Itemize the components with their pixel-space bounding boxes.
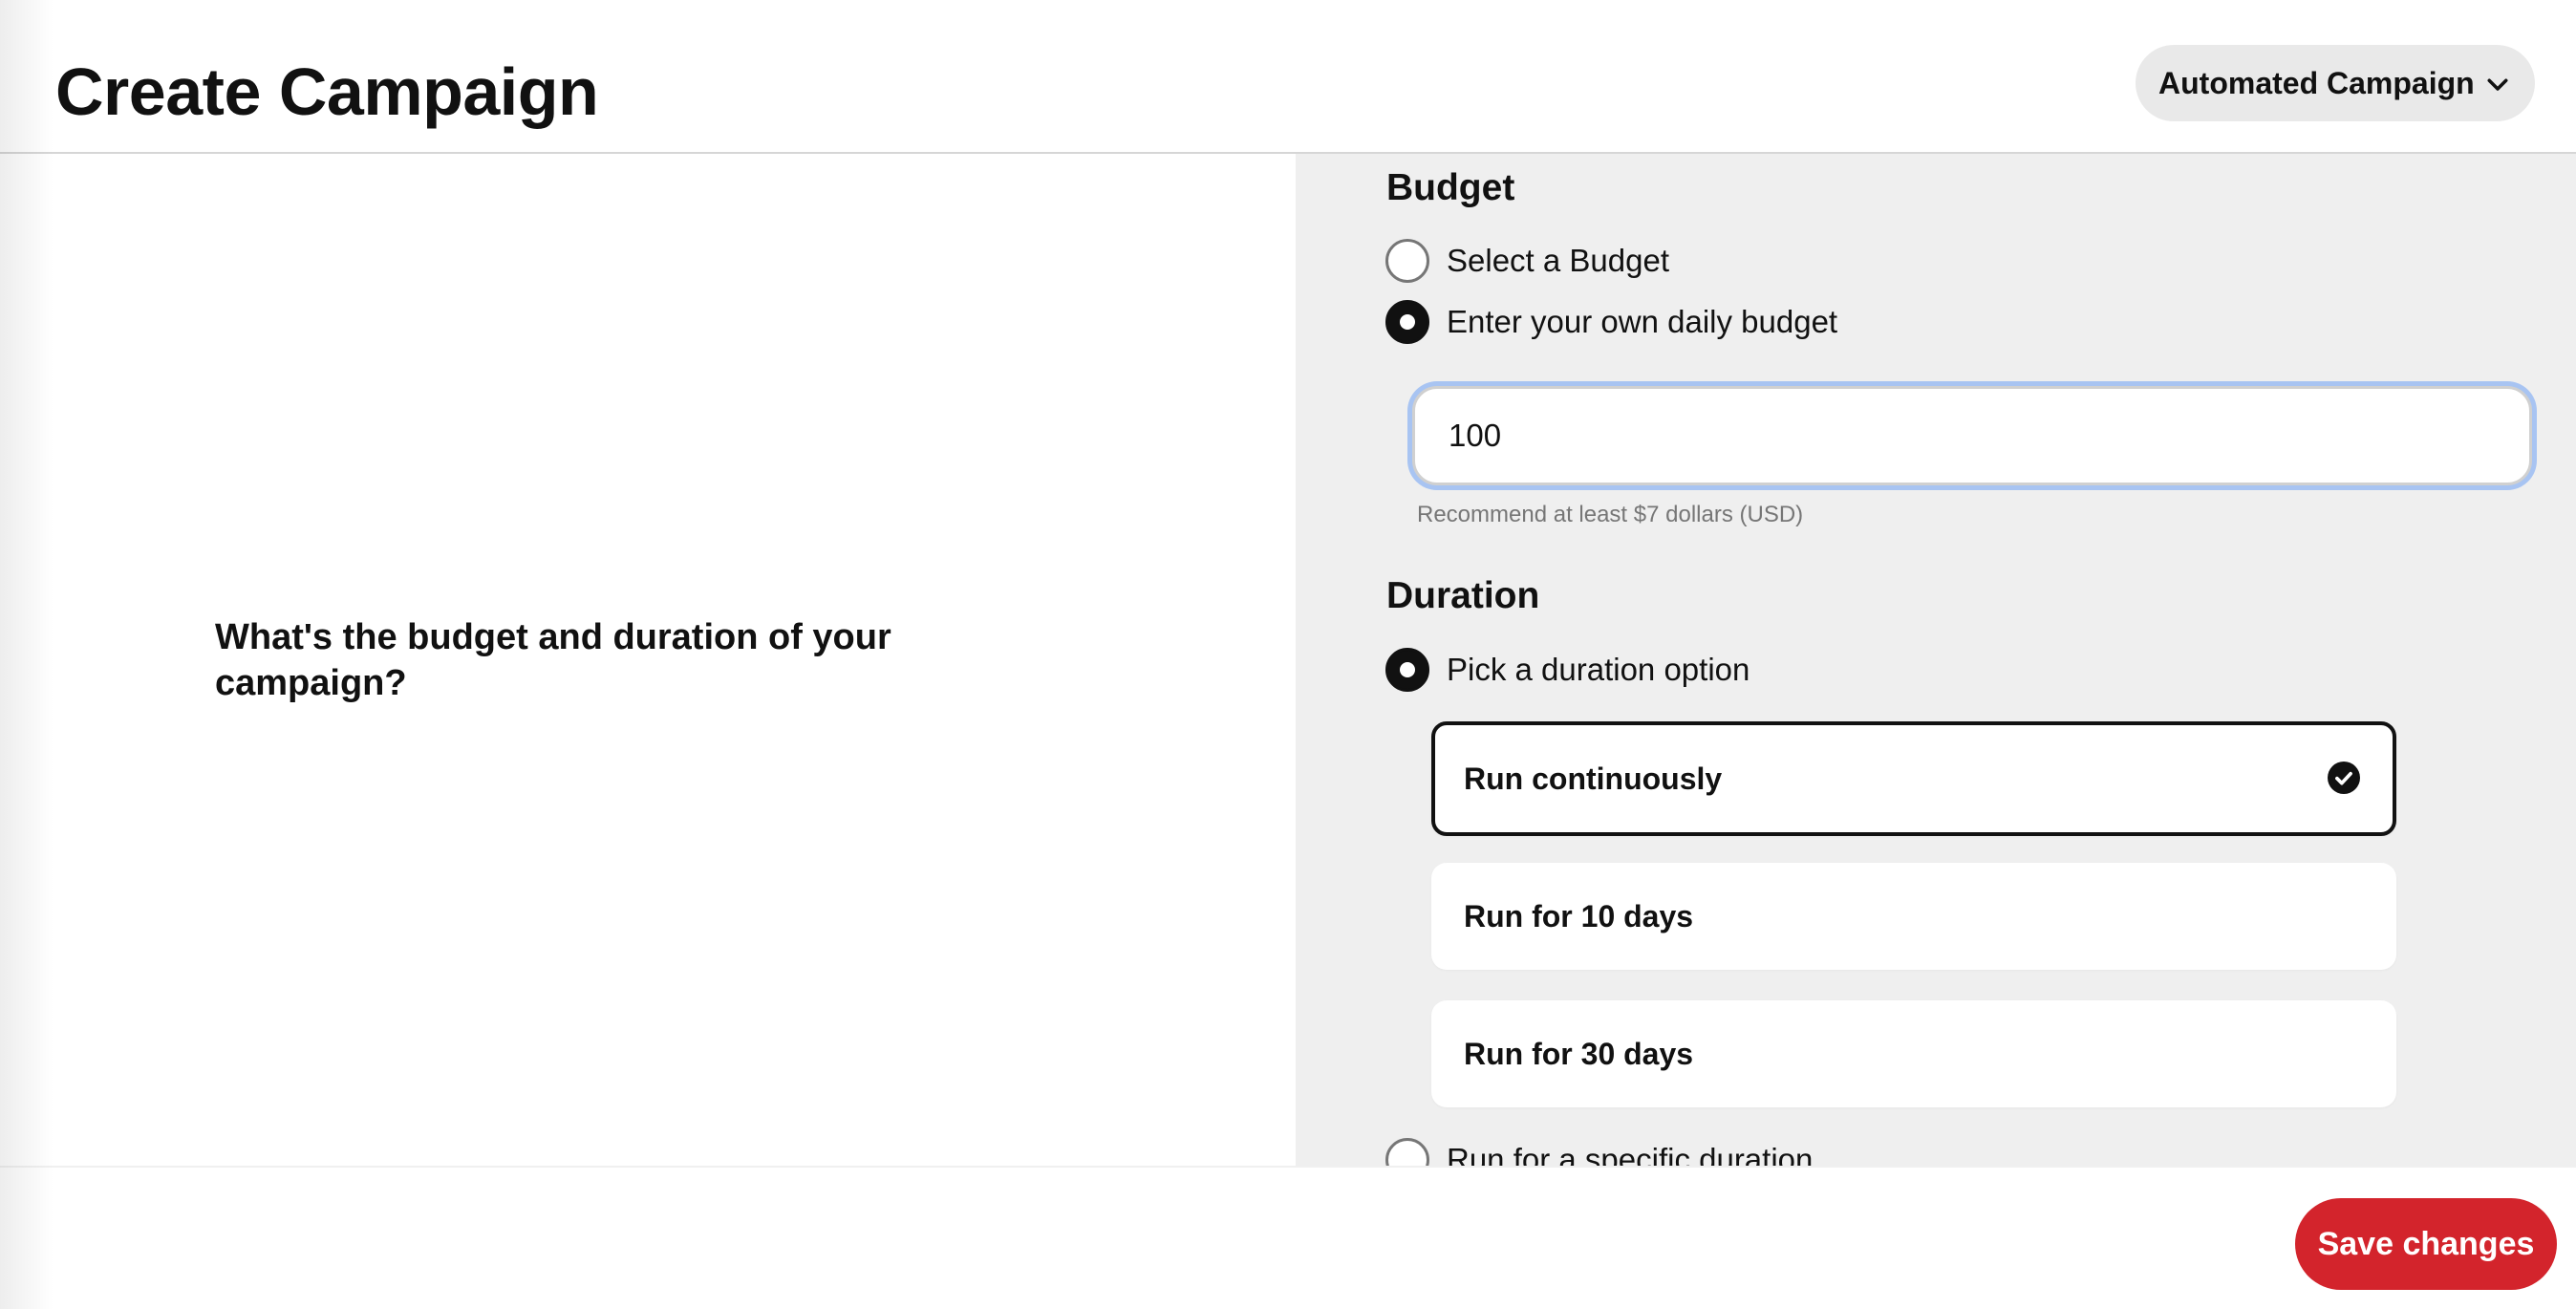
budget-section-title: Budget	[1386, 167, 1515, 208]
create-campaign-page: Create Campaign Automated Campaign What'…	[0, 0, 2576, 1309]
radio-label: Run for a specific duration	[1447, 1142, 1814, 1166]
radio-label: Select a Budget	[1447, 243, 1669, 278]
chevron-down-icon	[2487, 78, 2508, 91]
campaign-type-dropdown[interactable]: Automated Campaign	[2136, 45, 2535, 121]
radio-specific-duration[interactable]: Run for a specific duration	[1385, 1138, 1813, 1166]
radio-button-checked[interactable]	[1385, 300, 1429, 344]
radio-button[interactable]	[1385, 239, 1429, 283]
radio-label: Enter your own daily budget	[1447, 304, 1838, 339]
save-changes-button[interactable]: Save changes	[2295, 1198, 2557, 1290]
settings-pane[interactable]: Budget Select a Budget Enter your own da…	[1296, 154, 2576, 1166]
duration-option-run-continuously[interactable]: Run continuously	[1431, 721, 2396, 836]
page-title: Create Campaign	[55, 54, 599, 129]
radio-label: Pick a duration option	[1447, 652, 1750, 687]
radio-pick-duration[interactable]: Pick a duration option	[1385, 648, 1750, 692]
daily-budget-input[interactable]	[1415, 389, 2529, 483]
radio-button[interactable]	[1385, 1138, 1429, 1166]
page-footer: Save changes	[0, 1166, 2576, 1309]
page-header: Create Campaign Automated Campaign	[0, 0, 2576, 154]
duration-option-30-days[interactable]: Run for 30 days	[1431, 1000, 2396, 1107]
duration-option-10-days[interactable]: Run for 10 days	[1431, 863, 2396, 970]
check-circle-icon	[2328, 762, 2360, 794]
left-pane: What's the budget and duration of your c…	[0, 154, 1296, 1166]
duration-option-label: Run continuously	[1464, 761, 1723, 796]
radio-select-budget[interactable]: Select a Budget	[1385, 239, 1669, 283]
budget-hint: Recommend at least $7 dollars (USD)	[1417, 502, 1804, 527]
radio-button-checked[interactable]	[1385, 648, 1429, 692]
radio-own-daily-budget[interactable]: Enter your own daily budget	[1385, 300, 1837, 344]
duration-section-title: Duration	[1386, 575, 1540, 616]
duration-option-label: Run for 30 days	[1464, 1036, 1694, 1071]
daily-budget-field	[1412, 386, 2532, 485]
campaign-type-label: Automated Campaign	[2158, 65, 2475, 100]
duration-option-label: Run for 10 days	[1464, 898, 1694, 933]
step-question: What's the budget and duration of your c…	[215, 617, 891, 703]
